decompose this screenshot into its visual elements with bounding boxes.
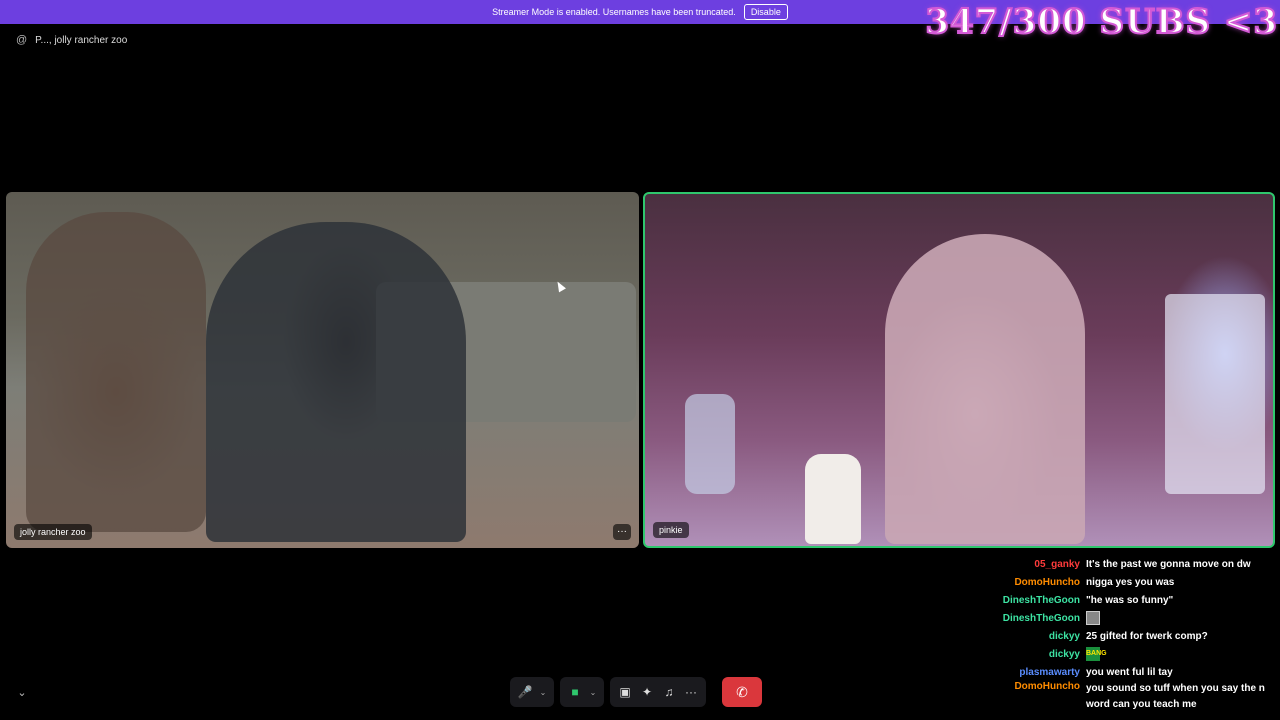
camera-control-group: ■ ⌄ xyxy=(560,677,604,707)
chat-message: DomoHuncho you sound so tuff when you sa… xyxy=(1002,681,1272,713)
activity-control-group: ▣ ✦ ♫ ··· xyxy=(610,677,706,707)
camera-options-chevron-icon[interactable]: ⌄ xyxy=(586,677,600,707)
microphone-icon[interactable]: 🎤 xyxy=(514,677,536,707)
channel-header: @ P..., jolly rancher zoo xyxy=(16,32,127,48)
chat-text: "he was so funny" xyxy=(1086,594,1174,606)
tile-more-options-button[interactable]: ··· xyxy=(613,524,631,540)
chat-username: DineshTheGoon xyxy=(1002,612,1080,624)
chat-image-emote xyxy=(1086,611,1100,625)
chat-message: dickyy 25 gifted for twerk comp? xyxy=(1002,627,1272,645)
mic-options-chevron-icon[interactable]: ⌄ xyxy=(536,677,550,707)
chat-text: It's the past we gonna move on dw xyxy=(1086,558,1251,570)
chat-text: nigga yes you was xyxy=(1086,576,1175,588)
chat-text: BANG xyxy=(1086,647,1272,661)
video-tile-pinkie[interactable]: pinkie xyxy=(643,192,1275,548)
chat-username: dickyy xyxy=(1048,648,1080,660)
camera-icon[interactable]: ■ xyxy=(564,677,586,707)
participant-name-tag: pinkie xyxy=(653,522,689,538)
chat-text: you sound so tuff when you say the n wor… xyxy=(1086,683,1265,710)
video-monitor xyxy=(1165,294,1265,494)
chat-username: DomoHuncho xyxy=(1014,576,1080,588)
chat-username: 05_ganky xyxy=(1034,558,1080,570)
chat-username: DineshTheGoon xyxy=(1002,594,1080,606)
chat-message: 05_ganky It's the past we gonna move on … xyxy=(1002,555,1272,573)
end-call-button[interactable]: ✆ xyxy=(722,677,762,707)
soundboard-icon[interactable]: ♫ xyxy=(658,677,680,707)
chat-username: DomoHuncho xyxy=(1014,681,1080,692)
video-lamp xyxy=(805,454,861,544)
chat-username: plasmawarty xyxy=(1019,666,1080,678)
at-icon: @ xyxy=(16,34,28,46)
video-water-bottle xyxy=(685,394,735,494)
chat-bang-emote: BANG xyxy=(1086,647,1107,661)
chat-message: plasmawarty you went ful lil tay xyxy=(1002,663,1272,681)
more-options-icon[interactable]: ··· xyxy=(680,677,702,707)
participant-name-tag: jolly rancher zoo xyxy=(14,524,92,540)
stream-chat-overlay: 05_ganky It's the past we gonna move on … xyxy=(1002,555,1272,713)
channel-name: P..., jolly rancher zoo xyxy=(35,34,128,46)
chat-text: 25 gifted for twerk comp? xyxy=(1086,630,1208,642)
video-tile-jolly-rancher-zoo[interactable]: jolly rancher zoo ··· xyxy=(6,192,639,548)
chat-message: DomoHuncho nigga yes you was xyxy=(1002,573,1272,591)
call-controls-bar: 🎤 ⌄ ■ ⌄ ▣ ✦ ♫ ··· ✆ xyxy=(510,677,762,707)
activities-icon[interactable]: ✦ xyxy=(636,677,658,707)
chat-message: DineshTheGoon xyxy=(1002,609,1272,627)
disable-streamer-mode-button[interactable]: Disable xyxy=(743,4,788,20)
sub-goal-overlay: 347/300 SUBS <3 xyxy=(924,1,1278,43)
mic-control-group: 🎤 ⌄ xyxy=(510,677,554,707)
video-person-center xyxy=(206,222,466,542)
screen-share-icon[interactable]: ▣ xyxy=(614,677,636,707)
chat-text: you went ful lil tay xyxy=(1086,666,1173,678)
chat-username: dickyy xyxy=(1048,630,1080,642)
collapse-chevron-icon[interactable]: ⌄ xyxy=(14,684,30,700)
chat-message: DineshTheGoon "he was so funny" xyxy=(1002,591,1272,609)
streamer-mode-text: Streamer Mode is enabled. Usernames have… xyxy=(492,7,736,17)
video-person-streamer xyxy=(885,234,1085,544)
video-person-left xyxy=(26,212,206,532)
chat-message: dickyy BANG xyxy=(1002,645,1272,663)
chat-text xyxy=(1086,611,1272,625)
